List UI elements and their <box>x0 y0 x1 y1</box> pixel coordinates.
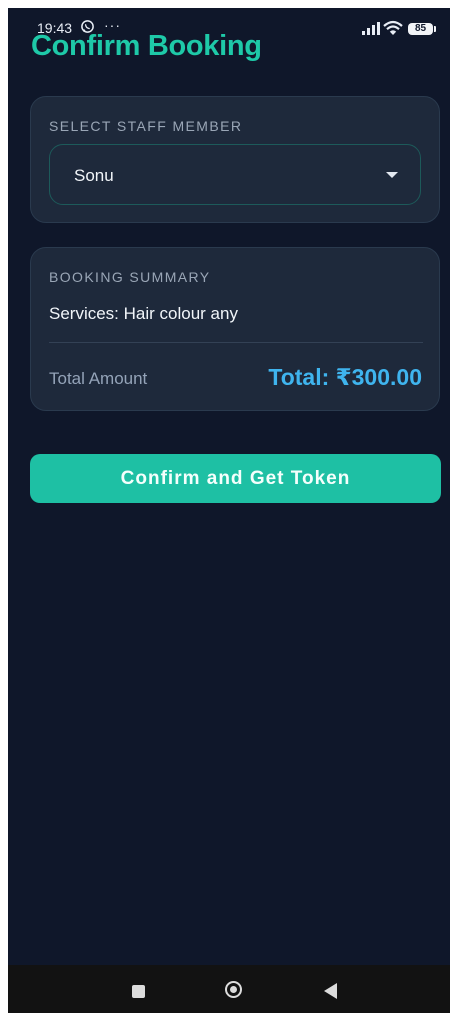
staff-selected-value: Sonu <box>74 166 114 185</box>
summary-divider <box>49 342 423 343</box>
home-icon[interactable] <box>225 981 242 998</box>
confirm-and-get-token-button[interactable]: Confirm and Get Token <box>30 454 441 503</box>
signal-icon <box>362 22 380 38</box>
dropdown-arrow-icon <box>386 172 398 178</box>
staff-section-label: SELECT STAFF MEMBER <box>49 118 243 134</box>
system-navigation-bar <box>8 965 450 1013</box>
total-amount-label: Total Amount <box>49 369 148 388</box>
recents-icon[interactable] <box>132 985 145 998</box>
total-amount-value: Total: ₹300.00 <box>268 364 422 390</box>
wifi-icon <box>383 20 403 39</box>
summary-section-label: BOOKING SUMMARY <box>49 269 211 285</box>
services-text: Services: Hair colour any <box>49 304 238 323</box>
home-dot <box>230 986 237 993</box>
battery-icon: 85 <box>408 23 436 35</box>
staff-dropdown[interactable]: Sonu <box>49 144 421 205</box>
page-title: Confirm Booking <box>31 30 262 62</box>
back-icon[interactable] <box>324 983 337 999</box>
staff-card: SELECT STAFF MEMBER Sonu <box>30 96 440 223</box>
app-screen: 19:43 ··· 85 Confirm Booking SELECT STAF… <box>8 8 450 1013</box>
booking-summary-card: BOOKING SUMMARY Services: Hair colour an… <box>30 247 440 411</box>
